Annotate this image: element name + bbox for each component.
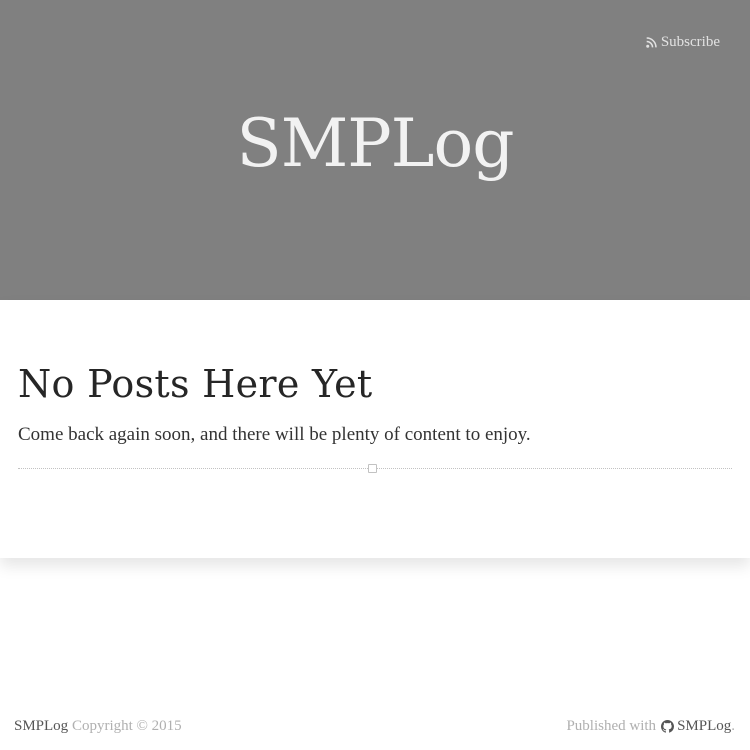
empty-state-message: Come back again soon, and there will be … (18, 424, 531, 445)
divider-ornament-icon (368, 464, 377, 473)
published-brand-label: SMPLog (677, 718, 732, 734)
site-title[interactable]: SMPLog (0, 104, 750, 184)
published-with-label: Published with (566, 718, 657, 734)
site-header: Subscribe SMPLog (0, 0, 750, 300)
main-content: No Posts Here Yet Come back again soon, … (0, 300, 750, 558)
trailing-period: . (731, 718, 735, 734)
subscribe-link[interactable]: Subscribe (646, 34, 720, 51)
subscribe-label: Subscribe (660, 34, 720, 50)
footer-brand-link[interactable]: SMPLog (14, 718, 68, 734)
copyright-text: Copyright © 2015 (71, 718, 182, 734)
github-icon (661, 720, 675, 733)
footer-copyright: SMPLog Copyright © 2015 (14, 718, 182, 735)
rss-icon (646, 37, 657, 48)
page-headline: No Posts Here Yet (18, 362, 373, 406)
footer-published-with: Published with SMPLog. (566, 718, 735, 735)
published-brand-link[interactable]: SMPLog. (677, 718, 735, 735)
